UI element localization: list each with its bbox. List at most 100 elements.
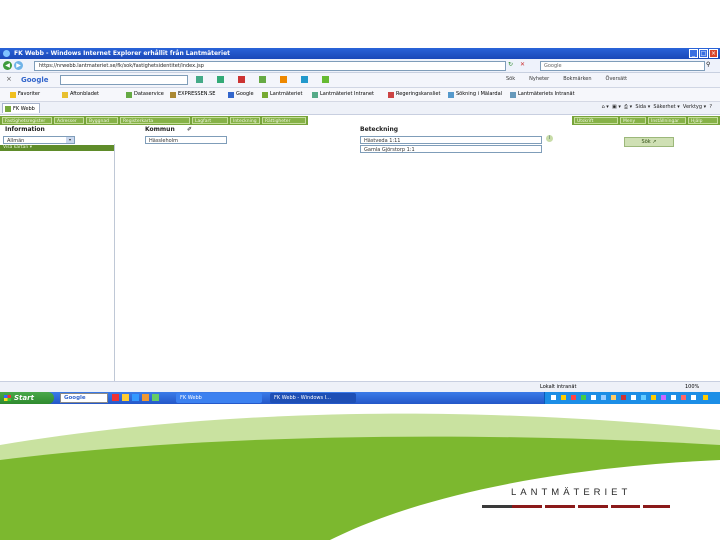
google-logo: Google [21, 76, 49, 84]
favorite-icon [388, 91, 394, 98]
window-titlebar: FK Webb - Windows Internet Explorer erhå… [0, 48, 720, 59]
favorite-item[interactable]: Lantmäteriets Intranät [510, 88, 575, 101]
ie-icon [3, 50, 10, 57]
tray-icon[interactable] [703, 395, 708, 400]
search-web-icon[interactable] [196, 76, 203, 83]
taskbar-task[interactable]: FK Webb [176, 393, 262, 403]
taskbar-search[interactable]: Google [60, 393, 108, 403]
wireless-icon[interactable] [301, 76, 308, 83]
search-button[interactable]: Sök ↗ [624, 137, 674, 147]
browser-tabbar: FK Webb ⌂ ▾ ▣ ▾ ⎙ ▾ Sida ▾ Säkerhet ▾ Ve… [0, 102, 720, 115]
feeds-icon[interactable]: ▣ ▾ [612, 104, 621, 110]
taskbar-task-active[interactable]: FK Webb - Windows I... [270, 393, 356, 403]
app-tab[interactable]: Byggnad [86, 117, 118, 124]
beteckning-field-2[interactable]: Gamla Gjörstorp 1:1 [360, 145, 542, 153]
google-link[interactable]: Bokmärken [563, 76, 591, 82]
highlight-icon[interactable] [322, 76, 329, 83]
google-search-input[interactable] [60, 75, 188, 85]
favorite-item[interactable]: Sökning i Mälardal [448, 88, 502, 101]
tray-icon[interactable] [671, 395, 676, 400]
refresh-icon[interactable]: ↻ [508, 61, 513, 68]
favorite-label: Regeringskansliet [396, 91, 441, 97]
favorite-item[interactable]: Aftonbladet [62, 88, 99, 101]
pagerank-icon[interactable] [217, 76, 224, 83]
side-menu[interactable]: Visa kartan ▾ [0, 145, 114, 151]
print-icon[interactable]: ⎙ ▾ [624, 104, 632, 110]
tray-icon[interactable] [551, 395, 556, 400]
tray-icon[interactable] [581, 395, 586, 400]
eraser-icon[interactable]: ✐ [187, 126, 192, 133]
kommun-field[interactable]: Hässleholm [145, 136, 227, 144]
tray-icon[interactable] [601, 395, 606, 400]
tray-icon[interactable] [591, 395, 596, 400]
tray-icon[interactable] [661, 395, 666, 400]
favorite-label: Aftonbladet [70, 91, 99, 97]
pencil-icon[interactable] [280, 76, 287, 83]
favorite-item[interactable]: Dataservice [126, 88, 164, 101]
app-tab[interactable]: Meny [620, 117, 646, 124]
close-button[interactable]: × [709, 49, 718, 58]
info-icon[interactable]: i [546, 135, 553, 142]
favorite-item[interactable]: Lantmäteriet Intranet [312, 88, 374, 101]
search-icon[interactable]: ⚲ [706, 61, 710, 68]
side-menu-label: Visa kartan [3, 145, 29, 150]
app-tab[interactable]: Utskrift [574, 117, 618, 124]
tray-icon[interactable] [651, 395, 656, 400]
tray-icon[interactable] [631, 395, 636, 400]
app-tab[interactable]: Inteckning [230, 117, 260, 124]
address-field[interactable]: https://nrwebb.lantmateriet.se/fk/sok/fa… [34, 61, 506, 71]
app-tab[interactable]: Rättigheter [262, 117, 306, 124]
google-link[interactable]: Sök [506, 76, 515, 82]
quicklaunch-icon[interactable] [112, 394, 119, 401]
back-button[interactable]: ◀ [3, 61, 12, 70]
check-icon[interactable] [259, 76, 266, 83]
google-link[interactable]: Översätt [606, 76, 628, 82]
minimize-button[interactable]: _ [689, 49, 698, 58]
quicklaunch-icon[interactable] [152, 394, 159, 401]
tray-icon[interactable] [561, 395, 566, 400]
home-icon[interactable]: ⌂ ▾ [602, 104, 609, 110]
forward-button[interactable]: ▶ [14, 61, 23, 70]
favorite-label: Lantmäteriets Intranät [518, 91, 575, 97]
beteckning-field[interactable]: Hästveda 1:11 [360, 136, 542, 144]
app-tab[interactable]: Hjälp [688, 117, 718, 124]
toolbar-close-icon[interactable]: × [6, 75, 12, 83]
popup-blocker-icon[interactable] [238, 76, 245, 83]
safety-menu[interactable]: Säkerhet [653, 104, 675, 110]
search-input[interactable]: Google [540, 61, 705, 71]
app-tab[interactable]: Fastighetsregister [2, 117, 52, 124]
tray-icon[interactable] [611, 395, 616, 400]
browser-tab[interactable]: FK Webb [2, 103, 40, 113]
quicklaunch-icon[interactable] [132, 394, 139, 401]
help-icon[interactable]: ? [709, 104, 712, 110]
quicklaunch-icon[interactable] [142, 394, 149, 401]
information-select[interactable]: Allmän ▾ [3, 136, 75, 144]
start-button[interactable]: Start [0, 392, 54, 404]
google-link[interactable]: Nyheter [529, 76, 549, 82]
tray-icon[interactable] [691, 395, 696, 400]
tray-icon[interactable] [571, 395, 576, 400]
app-tab[interactable]: Inställningar [648, 117, 686, 124]
tray-icon[interactable] [621, 395, 626, 400]
favorite-item[interactable]: Google [228, 88, 254, 101]
google-toolbar-icons [196, 76, 329, 83]
chevron-down-icon[interactable]: ▾ [66, 137, 74, 143]
page-menu[interactable]: Sida [635, 104, 646, 110]
quicklaunch-icon[interactable] [122, 394, 129, 401]
favorite-item[interactable]: EXPRESSEN.SE [170, 88, 215, 101]
favorite-item[interactable]: Lantmäteriet [262, 88, 302, 101]
favorite-item[interactable]: Regeringskansliet [388, 88, 440, 101]
tray-icon[interactable] [641, 395, 646, 400]
maximize-button[interactable]: □ [699, 49, 708, 58]
stop-icon[interactable]: ✕ [520, 61, 525, 68]
favorites-button[interactable]: Favoriter [10, 88, 40, 101]
tab-label: FK Webb [13, 106, 35, 112]
favorite-label: EXPRESSEN.SE [178, 91, 216, 97]
app-tab[interactable]: Adresser [54, 117, 84, 124]
tools-menu[interactable]: Verktyg [683, 104, 702, 110]
app-tab[interactable]: Lagfart [192, 117, 228, 124]
app-tab[interactable]: Registerkarta [120, 117, 190, 124]
taskbar: Start Google FK Webb FK Webb - Windows I… [0, 392, 720, 404]
tray-icon[interactable] [681, 395, 686, 400]
favorites-label: Favoriter [18, 91, 41, 97]
